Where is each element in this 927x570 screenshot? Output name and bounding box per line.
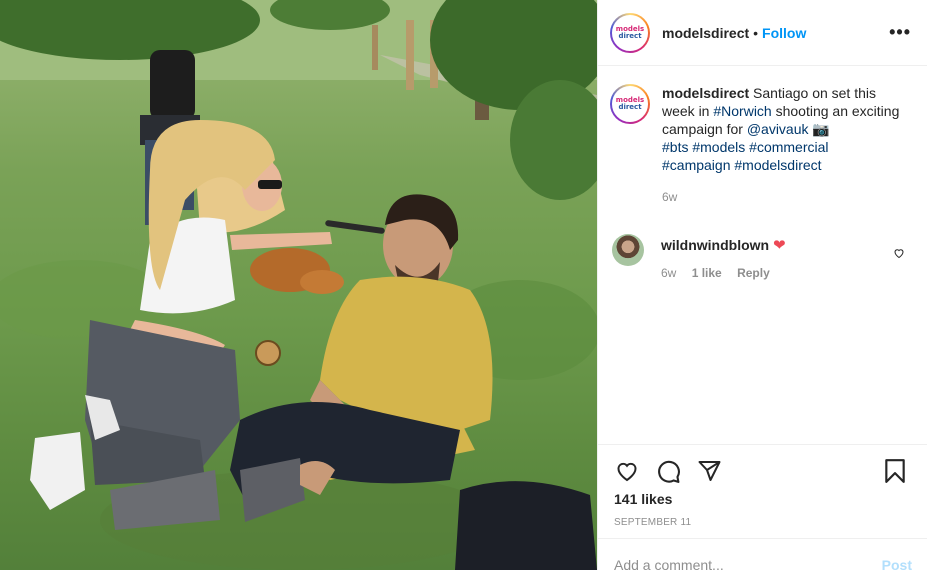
separator-dot: • bbox=[753, 24, 759, 41]
caption-timestamp[interactable]: 6w bbox=[662, 190, 927, 204]
hashtag-norwich[interactable]: #Norwich bbox=[713, 103, 771, 119]
post-date[interactable]: SEPTEMBER 11 bbox=[614, 517, 912, 528]
post-comment-button[interactable]: Post bbox=[882, 557, 912, 570]
caption-username[interactable]: modelsdirect bbox=[662, 85, 749, 101]
camera-emoji-icon: 📷 bbox=[812, 121, 830, 137]
models-direct-logo: models direct bbox=[615, 24, 645, 40]
like-heart-icon[interactable] bbox=[614, 459, 640, 483]
commenter-avatar[interactable] bbox=[612, 234, 644, 266]
comment-meta: 6w 1 like Reply bbox=[661, 266, 786, 280]
author-username[interactable]: modelsdirect bbox=[662, 25, 749, 41]
post-photo[interactable] bbox=[0, 0, 597, 570]
save-bookmark-icon[interactable] bbox=[884, 458, 906, 484]
photo-illustration bbox=[0, 0, 597, 570]
comment-bubble-icon[interactable] bbox=[656, 459, 681, 484]
post-header: models direct modelsdirect • Follow ••• bbox=[598, 0, 927, 66]
caption-author-avatar[interactable]: models direct bbox=[610, 84, 650, 124]
post-side-panel: models direct modelsdirect • Follow ••• m… bbox=[597, 0, 927, 570]
red-heart-emoji-icon: ❤ bbox=[772, 237, 786, 254]
instagram-post: models direct modelsdirect • Follow ••• m… bbox=[0, 0, 927, 570]
post-caption: models direct modelsdirect Santiago on se… bbox=[598, 66, 927, 174]
share-paper-plane-icon[interactable] bbox=[697, 459, 722, 483]
follow-button[interactable]: Follow bbox=[762, 25, 806, 41]
author-avatar[interactable]: models direct bbox=[610, 12, 650, 53]
mention-avivauk[interactable]: @avivauk bbox=[747, 121, 809, 137]
add-comment-bar: Post bbox=[598, 538, 927, 570]
models-direct-logo: models direct bbox=[615, 96, 645, 111]
add-comment-input[interactable] bbox=[614, 557, 882, 570]
comment-likes[interactable]: 1 like bbox=[692, 266, 722, 280]
comment-item: wildnwindblown ❤ 6w 1 like Reply bbox=[598, 218, 927, 280]
likes-count[interactable]: 141 likes bbox=[614, 491, 912, 507]
comment-like-heart-icon[interactable] bbox=[893, 246, 905, 262]
hashtags-line-2[interactable]: #campaign #modelsdirect bbox=[662, 157, 822, 173]
comment-timestamp[interactable]: 6w bbox=[661, 266, 676, 280]
action-icons-row bbox=[614, 447, 912, 495]
caption-text: modelsdirect Santiago on set this week i… bbox=[662, 85, 900, 173]
more-options-icon[interactable]: ••• bbox=[889, 22, 911, 43]
post-actions: 141 likes SEPTEMBER 11 bbox=[598, 444, 927, 528]
hashtags-line-1[interactable]: #bts #models #commercial bbox=[662, 139, 829, 155]
commenter-username[interactable]: wildnwindblown bbox=[661, 237, 769, 253]
reply-button[interactable]: Reply bbox=[737, 266, 770, 280]
